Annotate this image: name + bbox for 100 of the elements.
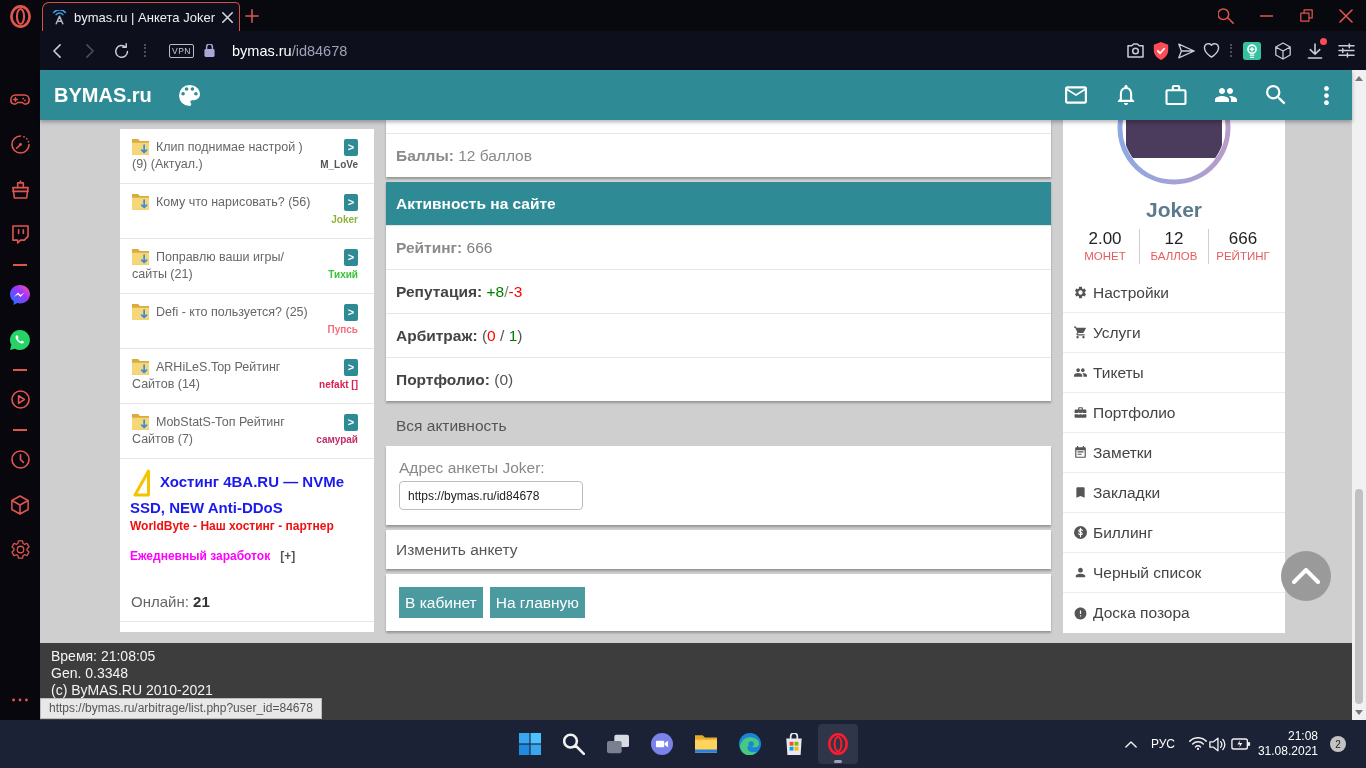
hosting-link[interactable]: Хостинг 4BA.RU — NVMe SSD, NEW Anti-DDoS bbox=[130, 469, 364, 519]
cube-icon[interactable] bbox=[1274, 41, 1291, 60]
play-icon[interactable] bbox=[10, 390, 30, 409]
nav-button[interactable]: В кабинет bbox=[399, 587, 483, 618]
open-button[interactable]: > bbox=[344, 359, 358, 376]
logo-icon[interactable] bbox=[9, 4, 31, 28]
url-field[interactable]: https://bymas.ru/id84678 bbox=[399, 481, 583, 510]
coin-icon bbox=[1074, 526, 1087, 539]
menu-item[interactable]: Портфолио bbox=[1063, 393, 1285, 433]
open-button[interactable]: > bbox=[344, 139, 358, 156]
caret-down-icon[interactable] bbox=[1355, 709, 1363, 715]
more-icon[interactable] bbox=[12, 698, 28, 702]
speaker-icon[interactable] bbox=[1209, 736, 1226, 752]
scrollbar[interactable] bbox=[1352, 70, 1366, 720]
folder-icon bbox=[132, 194, 149, 210]
restore-icon[interactable] bbox=[1299, 9, 1313, 22]
exclamation-icon bbox=[1074, 606, 1087, 620]
phone-bubble-icon[interactable] bbox=[10, 329, 30, 350]
palette-icon[interactable] bbox=[178, 84, 200, 106]
menu-item[interactable]: Заметки bbox=[1063, 433, 1285, 473]
edit-profile-link[interactable]: Изменить анкету bbox=[386, 530, 1051, 569]
reload-icon[interactable] bbox=[114, 42, 130, 59]
notification-count[interactable]: 2 bbox=[1330, 736, 1346, 752]
footer-text: (c) ByMAS.RU 2010-2021 bbox=[51, 682, 214, 699]
calendar-note-icon bbox=[1074, 446, 1087, 459]
topic-link[interactable]: MobStatS-Топ Рейтинг Сайтов (7) bbox=[132, 414, 314, 458]
speedometer-icon[interactable] bbox=[10, 135, 30, 154]
mail-icon[interactable] bbox=[1065, 85, 1087, 105]
shield-icon[interactable] bbox=[1153, 41, 1169, 60]
cart-icon bbox=[1074, 326, 1087, 339]
briefcase-icon[interactable] bbox=[1165, 85, 1187, 105]
gamepad-icon[interactable] bbox=[10, 94, 30, 105]
site-logo[interactable]: BYMAS.ru bbox=[54, 83, 152, 107]
open-button[interactable]: > bbox=[344, 249, 358, 266]
open-button[interactable]: > bbox=[344, 304, 358, 321]
user-name: Joker bbox=[1145, 197, 1202, 223]
bookmark-icon bbox=[1074, 486, 1087, 499]
browser-tab[interactable]: bymas.ru | Анкета Joker bbox=[42, 2, 240, 31]
gear-icon bbox=[1074, 286, 1087, 299]
vpn-badge[interactable]: VPN bbox=[169, 43, 194, 58]
author-name[interactable]: nefakt [] bbox=[319, 376, 358, 393]
open-button[interactable]: > bbox=[344, 414, 358, 431]
back-icon[interactable] bbox=[53, 43, 61, 58]
chat-box-icon[interactable] bbox=[11, 225, 29, 244]
wifi-icon[interactable] bbox=[1189, 737, 1207, 751]
sliders-icon[interactable] bbox=[1337, 43, 1355, 58]
footer-text: Время: 21:08:05 bbox=[51, 648, 157, 665]
basket-icon[interactable] bbox=[11, 180, 29, 199]
start-icon bbox=[519, 733, 541, 755]
battery-icon[interactable] bbox=[1231, 738, 1251, 750]
menu-item[interactable]: Тикеты bbox=[1063, 353, 1285, 393]
heart-icon[interactable] bbox=[1203, 43, 1220, 58]
topic-link[interactable]: Defi - кто пользуется? (25) bbox=[132, 304, 314, 348]
search-icon[interactable] bbox=[1265, 85, 1287, 105]
expand-link[interactable]: [+] bbox=[280, 549, 296, 563]
language-indicator[interactable]: РУС bbox=[1149, 737, 1177, 751]
menu-item[interactable]: Настройки bbox=[1063, 273, 1285, 313]
folder-icon bbox=[132, 249, 149, 265]
cube-icon[interactable] bbox=[11, 494, 29, 515]
topic-link[interactable]: Клип поднимае настрой ) (9) (Актуал.) bbox=[132, 139, 314, 183]
menu-item[interactable]: Биллинг bbox=[1063, 513, 1285, 553]
topic-link[interactable]: Поправлю ваши игры/ сайты (21) bbox=[132, 249, 314, 293]
address-field[interactable]: bymas.ru/id84678 bbox=[232, 42, 348, 59]
partner-link[interactable]: WorldByte - Наш хостинг - партнер bbox=[130, 519, 364, 533]
chat-bubble-icon[interactable] bbox=[10, 284, 30, 305]
plus-icon[interactable] bbox=[245, 8, 259, 23]
topic-link[interactable]: Кому что нарисовать? (56) bbox=[132, 194, 314, 238]
open-button[interactable]: > bbox=[344, 194, 358, 211]
toolbox-icon bbox=[1074, 406, 1087, 419]
camera-icon[interactable] bbox=[1126, 43, 1144, 58]
lightbulb-icon[interactable] bbox=[1243, 41, 1261, 60]
shopping-bag-icon bbox=[783, 733, 805, 755]
send-icon[interactable] bbox=[1178, 42, 1195, 59]
menu-item[interactable]: Услуги bbox=[1063, 313, 1285, 353]
stat-value: 2.00 bbox=[1088, 229, 1122, 249]
bell-icon[interactable] bbox=[1115, 85, 1137, 105]
chevron-up-icon[interactable] bbox=[1125, 740, 1137, 748]
all-activity-link[interactable]: Вся активность bbox=[396, 417, 507, 435]
stat-value: 666 bbox=[1228, 229, 1258, 249]
topic-link[interactable]: ARHiLeS.Top Рейтинг Сайтов (14) bbox=[132, 359, 314, 403]
scroll-top-button[interactable] bbox=[1281, 551, 1331, 601]
clock-icon[interactable] bbox=[10, 450, 30, 469]
menu-item[interactable]: Доска позора bbox=[1063, 593, 1285, 633]
stat-label: РЕЙТИНГ bbox=[1216, 249, 1270, 264]
author-name[interactable]: M_LoVe bbox=[320, 156, 358, 173]
nav-button[interactable]: На главную bbox=[489, 587, 585, 618]
settings-icon[interactable] bbox=[10, 540, 30, 559]
footer-text: Gen. 0.3348 bbox=[51, 665, 130, 682]
minimize-icon[interactable] bbox=[1259, 14, 1273, 17]
folder-icon bbox=[695, 733, 717, 755]
stat-text: Арбитраж: (0 / 1) bbox=[396, 326, 523, 345]
more-icon[interactable] bbox=[1323, 85, 1329, 105]
ring-logo-icon bbox=[827, 733, 849, 755]
menu-item[interactable]: Закладки bbox=[1063, 473, 1285, 513]
search-icon[interactable] bbox=[1218, 7, 1234, 24]
caret-up-icon[interactable] bbox=[1355, 75, 1363, 81]
author-name[interactable]: самурай bbox=[316, 431, 358, 448]
download-icon[interactable] bbox=[1307, 42, 1323, 59]
people-icon[interactable] bbox=[1215, 85, 1237, 105]
scrollbar-thumb[interactable] bbox=[1355, 489, 1363, 704]
